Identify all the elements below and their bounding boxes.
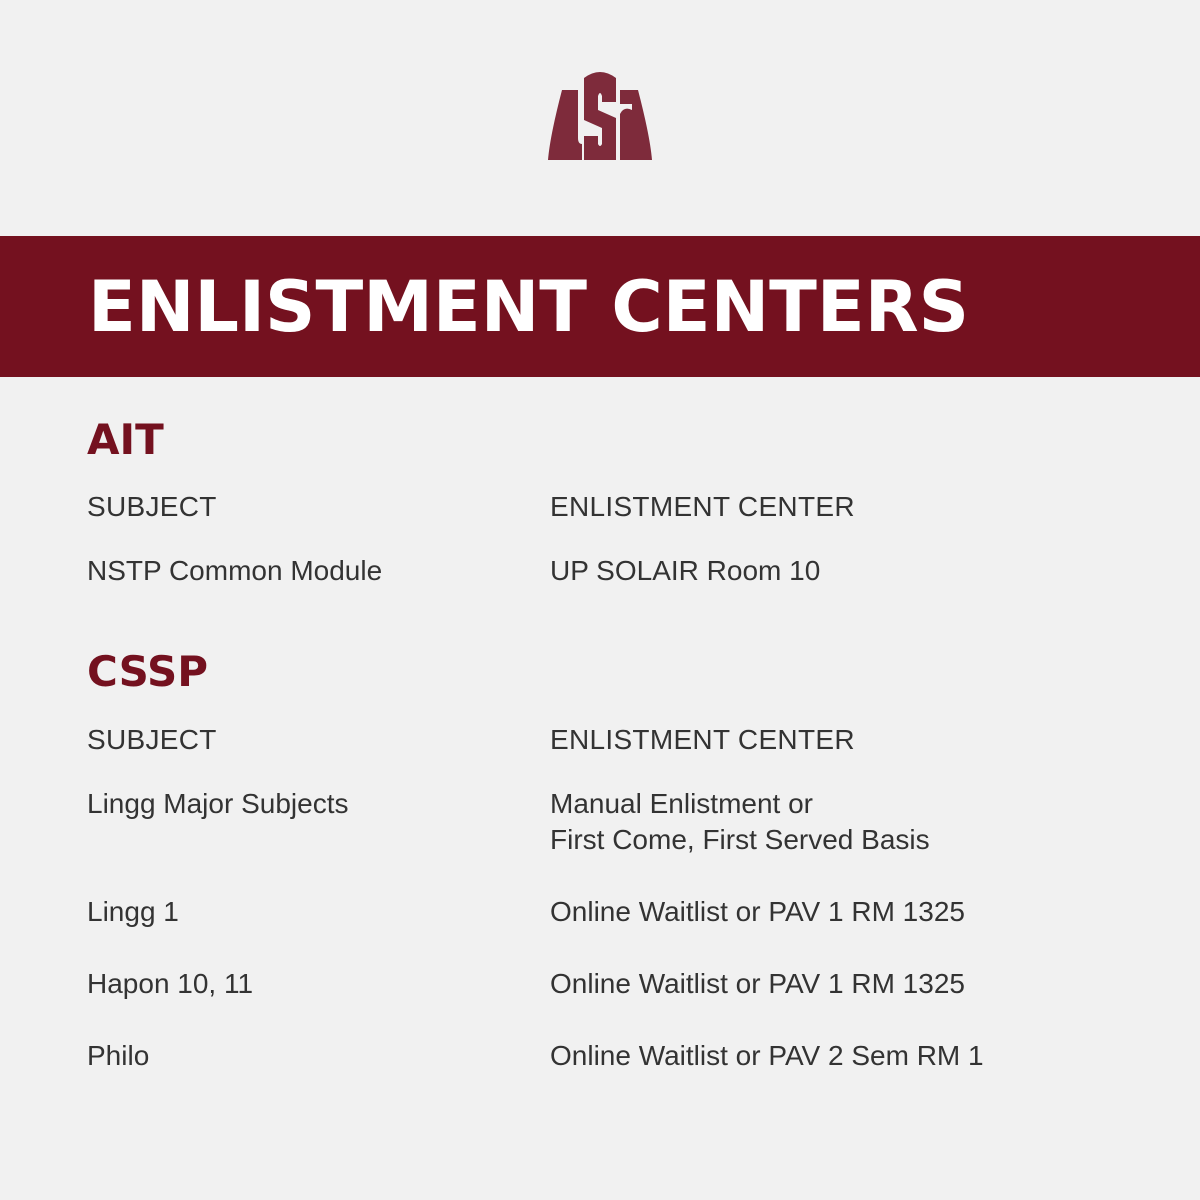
usc-logo: [548, 72, 652, 160]
row-subject: Philo: [87, 1040, 150, 1071]
row-enlistment-center-line: First Come, First Served Basis: [550, 824, 930, 855]
column-header-subject: SUBJECT: [87, 724, 217, 755]
section-title-cssp: CSSP: [87, 647, 208, 696]
section-title-ait: AIT: [87, 415, 164, 464]
column-header-subject: SUBJECT: [87, 491, 217, 522]
row-enlistment-center-line: Manual Enlistment or: [550, 788, 814, 819]
row-subject: NSTP Common Module: [87, 555, 383, 586]
row-enlistment-center: Manual Enlistment or First Come, First S…: [550, 786, 930, 858]
row-enlistment-center: Online Waitlist or PAV 2 Sem RM 1: [550, 1038, 984, 1074]
row-enlistment-center: Online Waitlist or PAV 1 RM 1325: [550, 966, 965, 1002]
page-title: ENLISTMENT CENTERS: [88, 266, 970, 348]
row-subject: Lingg 1: [87, 896, 179, 927]
row-enlistment-center: UP SOLAIR Room 10: [550, 553, 820, 589]
row-subject: Lingg Major Subjects: [87, 788, 349, 819]
row-enlistment-center-line: Online Waitlist or PAV 2 Sem RM 1: [550, 1040, 984, 1071]
row-subject: Hapon 10, 11: [87, 968, 254, 999]
column-header-enlistment-center: ENLISTMENT CENTER: [550, 491, 855, 522]
row-enlistment-center-line: Online Waitlist or PAV 1 RM 1325: [550, 896, 965, 927]
row-enlistment-center-line: UP SOLAIR Room 10: [550, 555, 821, 586]
column-header-enlistment-center: ENLISTMENT CENTER: [550, 724, 855, 755]
row-enlistment-center: Online Waitlist or PAV 1 RM 1325: [550, 894, 965, 930]
row-enlistment-center-line: Online Waitlist or PAV 1 RM 1325: [550, 968, 965, 999]
